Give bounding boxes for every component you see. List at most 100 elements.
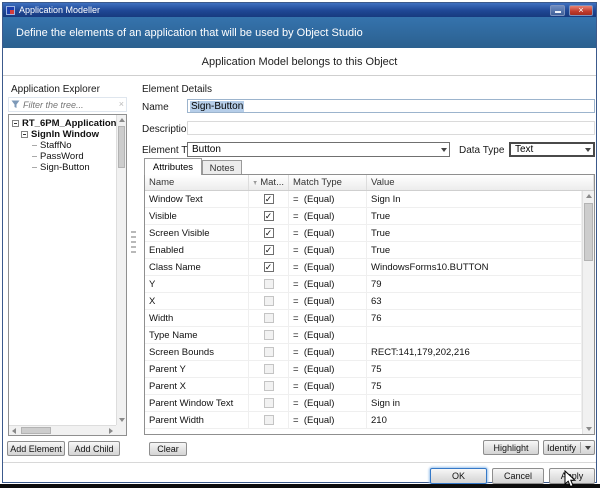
attribute-value: 75	[367, 361, 582, 377]
header-name[interactable]: Name	[145, 175, 249, 190]
header-match[interactable]: Mat...	[249, 175, 289, 190]
match-type-cell[interactable]: = (Equal)	[289, 378, 367, 394]
match-type-cell[interactable]: = (Equal)	[289, 242, 367, 258]
match-type-cell[interactable]: = (Equal)	[289, 327, 367, 343]
tree-vertical-scrollbar[interactable]	[116, 115, 126, 425]
attribute-name: Visible	[145, 208, 249, 224]
table-row[interactable]: Window Text ✓ = (Equal) Sign In	[145, 191, 582, 208]
attribute-name: Class Name	[145, 259, 249, 275]
scroll-up-icon[interactable]	[583, 191, 594, 201]
match-type-cell[interactable]: = (Equal)	[289, 310, 367, 326]
name-label: Name	[142, 102, 169, 113]
clear-button[interactable]: Clear	[149, 442, 187, 456]
table-row[interactable]: Class Name ✓ = (Equal) WindowsForms10.BU…	[145, 259, 582, 276]
tree-item-signin-window[interactable]: SignIn Window	[12, 129, 116, 140]
tab-notes[interactable]: Notes	[202, 160, 242, 175]
attribute-value: 79	[367, 276, 582, 292]
match-checkbox[interactable]	[263, 398, 274, 408]
scroll-up-icon[interactable]	[117, 115, 126, 125]
filter-funnel-icon	[253, 180, 257, 185]
match-type-cell[interactable]: = (Equal)	[289, 395, 367, 411]
add-element-button[interactable]: Add Element	[7, 441, 65, 456]
header-value[interactable]: Value	[367, 175, 594, 190]
table-row[interactable]: Parent Width = (Equal) 210	[145, 412, 582, 429]
match-type-cell[interactable]: = (Equal)	[289, 361, 367, 377]
application-explorer-title: Application Explorer	[11, 84, 100, 95]
ok-button[interactable]: OK	[430, 468, 487, 484]
match-type-cell[interactable]: = (Equal)	[289, 293, 367, 309]
scrollbar-thumb[interactable]	[118, 126, 125, 168]
element-type-dropdown[interactable]: Button	[187, 142, 450, 157]
header-match-type[interactable]: Match Type	[289, 175, 367, 190]
highlight-button[interactable]: Highlight	[483, 440, 539, 455]
attribute-value: RECT:141,179,202,216	[367, 344, 582, 360]
banner-text: Application Model belongs to this Object	[201, 55, 398, 68]
apply-button[interactable]: Apply	[549, 468, 595, 484]
match-checkbox[interactable]	[263, 415, 274, 425]
identify-button[interactable]: Identify	[543, 440, 595, 455]
match-checkbox[interactable]: ✓	[263, 228, 274, 238]
minimize-button[interactable]	[550, 4, 565, 16]
match-checkbox[interactable]	[263, 381, 274, 391]
table-row[interactable]: Y = (Equal) 79	[145, 276, 582, 293]
cancel-button[interactable]: Cancel	[492, 468, 544, 484]
scroll-left-icon[interactable]	[9, 426, 19, 435]
attributes-table: Name Mat... Match Type Value Window Text…	[144, 174, 595, 435]
table-row[interactable]: Parent Y = (Equal) 75	[145, 361, 582, 378]
tree-item-staffno[interactable]: StaffNo	[12, 140, 116, 151]
splitter-handle[interactable]	[131, 231, 136, 253]
collapse-icon[interactable]	[12, 120, 19, 127]
table-row[interactable]: X = (Equal) 63	[145, 293, 582, 310]
attribute-name: Window Text	[145, 191, 249, 207]
scroll-right-icon[interactable]	[106, 426, 116, 435]
tree-item-sign-button[interactable]: Sign-Button	[12, 162, 116, 173]
tree-item-root[interactable]: RT_6PM_ApplicationModuler	[12, 118, 116, 129]
match-checkbox[interactable]	[263, 330, 274, 340]
match-type-cell[interactable]: = (Equal)	[289, 208, 367, 224]
match-checkbox[interactable]	[263, 279, 274, 289]
scroll-down-icon[interactable]	[583, 424, 594, 434]
table-row[interactable]: Parent Window Text = (Equal) Sign in	[145, 395, 582, 412]
scrollbar-thumb[interactable]	[21, 427, 51, 434]
table-row[interactable]: Enabled ✓ = (Equal) True	[145, 242, 582, 259]
clear-filter-icon[interactable]: ×	[119, 100, 124, 109]
filter-input[interactable]	[23, 99, 116, 110]
tree-connector	[32, 156, 37, 157]
scroll-down-icon[interactable]	[117, 415, 126, 425]
tree-item-label: RT_6PM_ApplicationModuler	[22, 118, 116, 129]
table-row[interactable]: Screen Visible ✓ = (Equal) True	[145, 225, 582, 242]
match-checkbox[interactable]: ✓	[263, 194, 274, 204]
scrollbar-thumb[interactable]	[584, 203, 593, 261]
table-row[interactable]: Visible ✓ = (Equal) True	[145, 208, 582, 225]
table-row[interactable]: Width = (Equal) 76	[145, 310, 582, 327]
tab-attributes[interactable]: Attributes	[144, 158, 202, 175]
attribute-value: 210	[367, 412, 582, 428]
element-type-value: Button	[192, 144, 221, 155]
match-type-cell[interactable]: = (Equal)	[289, 225, 367, 241]
match-checkbox[interactable]	[263, 313, 274, 323]
match-checkbox[interactable]: ✓	[263, 262, 274, 272]
match-type-cell[interactable]: = (Equal)	[289, 191, 367, 207]
close-button[interactable]: ×	[569, 4, 593, 16]
collapse-icon[interactable]	[21, 131, 28, 138]
match-type-cell[interactable]: = (Equal)	[289, 412, 367, 428]
match-checkbox[interactable]	[263, 364, 274, 374]
table-row[interactable]: Screen Bounds = (Equal) RECT:141,179,202…	[145, 344, 582, 361]
name-input[interactable]: Sign-Button	[187, 99, 595, 113]
table-vertical-scrollbar[interactable]	[582, 191, 594, 434]
description-input[interactable]	[187, 121, 595, 135]
match-checkbox[interactable]: ✓	[263, 245, 274, 255]
match-type-cell[interactable]: = (Equal)	[289, 344, 367, 360]
table-row[interactable]: Type Name = (Equal)	[145, 327, 582, 344]
tree-horizontal-scrollbar[interactable]	[9, 425, 116, 435]
data-type-dropdown[interactable]: Text	[509, 142, 595, 157]
match-checkbox[interactable]: ✓	[263, 211, 274, 221]
table-row[interactable]: Parent X = (Equal) 75	[145, 378, 582, 395]
add-child-button[interactable]: Add Child	[68, 441, 120, 456]
attribute-name: Width	[145, 310, 249, 326]
match-type-cell[interactable]: = (Equal)	[289, 259, 367, 275]
match-checkbox[interactable]	[263, 296, 274, 306]
match-checkbox[interactable]	[263, 347, 274, 357]
tree-item-password[interactable]: PassWord	[12, 151, 116, 162]
match-type-cell[interactable]: = (Equal)	[289, 276, 367, 292]
